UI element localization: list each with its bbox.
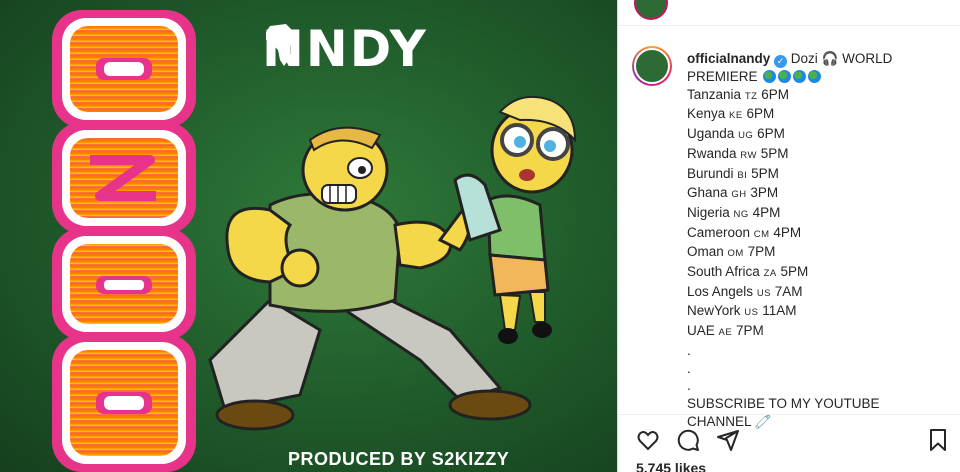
schedule-line: Rwanda RW 5PM — [687, 145, 952, 165]
brand-logo-ndy: NDY — [305, 20, 428, 78]
schedule-country: NewYork — [687, 303, 741, 319]
caption-dot: . — [687, 378, 691, 394]
caption-dot: . — [687, 360, 691, 376]
small-cartoon-character — [453, 96, 577, 344]
schedule-line: Ghana GH 3PM — [687, 184, 952, 204]
schedule-country: Tanzania — [687, 86, 742, 102]
schedule-line: UAE AE 7PM — [687, 322, 952, 342]
header-avatar[interactable] — [634, 0, 668, 20]
schedule-country: Rwanda — [687, 145, 737, 161]
schedule-country: South Africa — [687, 264, 760, 280]
instagram-post: NNDY PRODUCED BY S2KIZZY officialnandy ✓… — [0, 0, 960, 472]
schedule-country: Cameroon — [687, 224, 751, 240]
schedule-country: Uganda — [687, 126, 735, 142]
caption-first-line: Dozi 🎧 WORLD — [790, 51, 893, 66]
schedule-time: 11AM — [762, 303, 797, 319]
schedule-country: Burundi — [687, 165, 734, 181]
country-flag-code: CM — [753, 228, 770, 240]
caption-text: officialnandy ✓ Dozi 🎧 WORLD PREMIERE Ta… — [687, 50, 952, 430]
bookmark-icon[interactable] — [924, 426, 952, 454]
big-cartoon-character — [208, 126, 532, 431]
schedule-time: 5PM — [760, 145, 789, 161]
country-flag-code: AE — [718, 327, 733, 339]
comment-icon[interactable] — [674, 426, 702, 454]
schedule-country: Los Angels — [687, 283, 754, 299]
schedule-time: 4PM — [773, 224, 802, 240]
subscribe-line-1: SUBSCRIBE TO MY YOUTUBE — [687, 395, 880, 411]
schedule-country: Ghana — [687, 185, 728, 201]
verified-badge-icon: ✓ — [774, 55, 788, 68]
africa-map-icon — [266, 24, 298, 66]
post-header — [618, 0, 960, 26]
brand-logo: NNDY — [262, 20, 428, 78]
producer-name: S2KIZZY — [431, 449, 510, 469]
country-flag-code: OM — [727, 248, 744, 260]
producer-credit: PRODUCED BY S2KIZZY — [288, 449, 509, 470]
schedule-line: Oman OM 7PM — [687, 243, 952, 263]
schedule-country: Nigeria — [687, 204, 730, 220]
schedule-country: Oman — [687, 244, 724, 260]
globe-icon — [808, 70, 822, 83]
schedule-line: Los Angels US 7AM — [687, 283, 952, 303]
country-flag-code: US — [756, 287, 772, 299]
globe-icon — [793, 70, 807, 83]
country-flag-code: BI — [737, 169, 748, 181]
country-flag-code: NG — [733, 208, 749, 220]
country-flag-code: US — [744, 307, 759, 319]
schedule-line: Uganda UG 6PM — [687, 125, 952, 145]
schedule-time: 5PM — [751, 165, 779, 181]
schedule-line: Nigeria NG 4PM — [687, 204, 952, 224]
schedule-country: UAE — [687, 323, 715, 339]
schedule-line: Tanzania TZ 6PM — [687, 86, 952, 106]
schedule-line: Burundi BI 5PM — [687, 165, 952, 185]
country-flag-code: GH — [731, 189, 747, 201]
country-flag-code: UG — [738, 130, 754, 142]
country-flag-code: RW — [740, 149, 757, 161]
dozi-vertical-title — [52, 10, 196, 472]
schedule-line: Cameroon CM 4PM — [687, 224, 952, 244]
schedule-country: Kenya — [687, 106, 726, 122]
heart-icon[interactable] — [634, 426, 662, 454]
schedule-line: NewYork US 11AM — [687, 302, 952, 322]
country-flag-code: ZA — [763, 268, 777, 280]
share-icon[interactable] — [714, 426, 742, 454]
country-flag-code: TZ — [744, 90, 758, 102]
premiere-schedule: Tanzania TZ 6PM Kenya KE 6PM Uganda UG 6PM… — [687, 86, 952, 342]
post-image[interactable]: NNDY PRODUCED BY S2KIZZY — [0, 0, 617, 472]
schedule-time: 5PM — [780, 264, 809, 280]
schedule-time: 7AM — [774, 283, 803, 299]
likes-count[interactable]: 5,745 likes — [636, 460, 706, 472]
schedule-time: 7PM — [747, 244, 776, 260]
globe-icon — [763, 70, 777, 83]
caption-dot: . — [687, 342, 691, 358]
schedule-time: 6PM — [757, 126, 785, 142]
country-flag-code: KE — [729, 110, 743, 122]
producer-prefix: PRODUCED BY — [288, 449, 427, 469]
caption-avatar[interactable] — [632, 46, 672, 86]
schedule-time: 6PM — [746, 106, 775, 122]
caption-dots: ... — [687, 342, 952, 395]
schedule-time: 4PM — [752, 204, 781, 220]
schedule-time: 3PM — [750, 185, 779, 201]
globe-icon — [778, 70, 792, 83]
caption-premiere: PREMIERE — [687, 69, 758, 84]
actions-divider — [618, 414, 960, 415]
post-side-panel: officialnandy ✓ Dozi 🎧 WORLD PREMIERE Ta… — [617, 0, 960, 472]
username-link[interactable]: officialnandy — [687, 51, 770, 66]
schedule-time: 6PM — [761, 86, 789, 102]
avatar-image — [634, 48, 670, 84]
schedule-line: Kenya KE 6PM — [687, 105, 952, 125]
post-actions — [634, 426, 950, 454]
schedule-time: 7PM — [735, 323, 764, 339]
schedule-line: South Africa ZA 5PM — [687, 263, 952, 283]
